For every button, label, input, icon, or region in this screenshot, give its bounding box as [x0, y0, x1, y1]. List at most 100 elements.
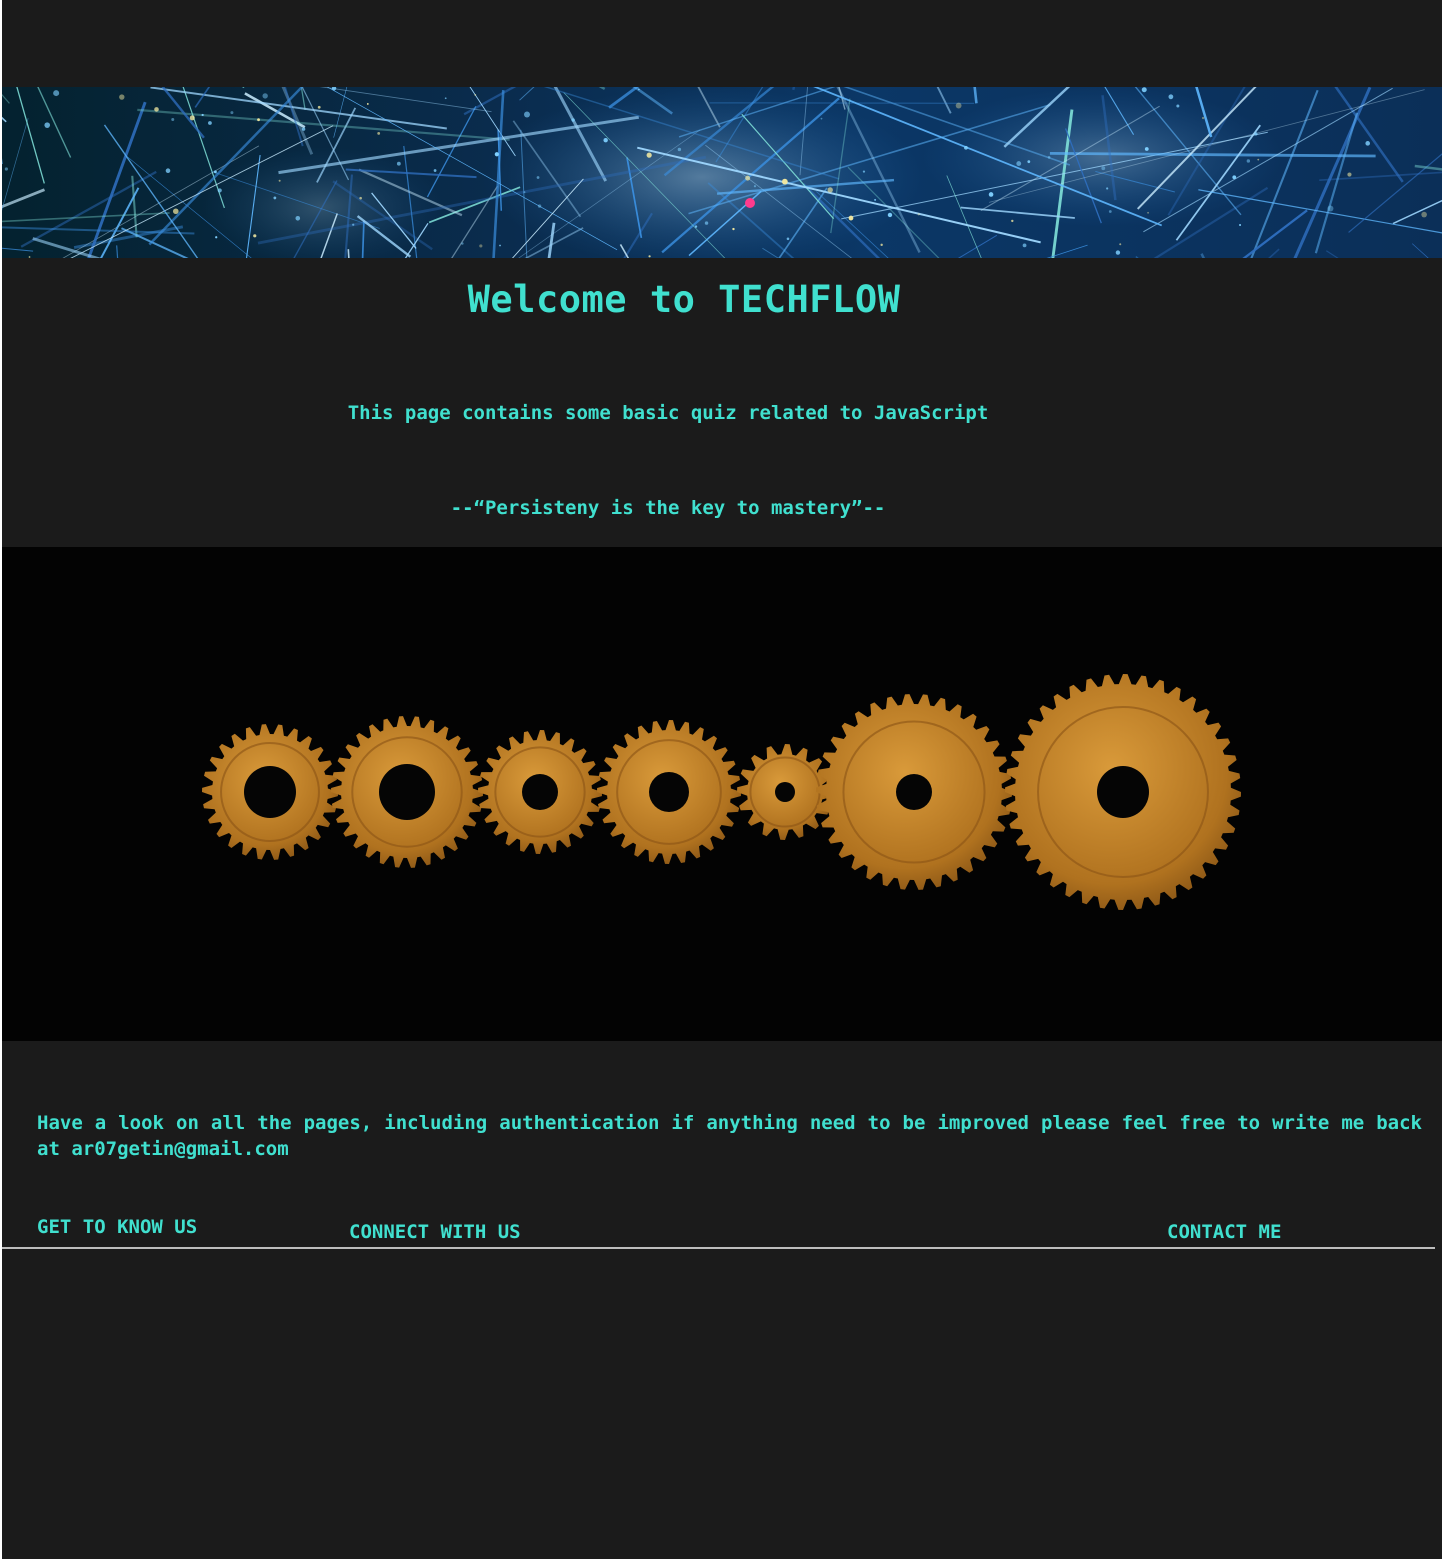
city-light-dot [4, 167, 8, 171]
city-light-dot [753, 185, 757, 188]
city-light-dot [523, 191, 526, 194]
city-light-dot [257, 118, 260, 122]
page: Welcome to TECHFLOW This page contains s… [2, 0, 1442, 1559]
city-light-dot [1147, 211, 1149, 214]
city-light-dot [1144, 147, 1149, 151]
city-light-dot [1254, 132, 1258, 136]
city-light-dot [646, 152, 652, 158]
city-light-dot [537, 204, 542, 208]
city-light-dot [1327, 205, 1334, 212]
city-light-dot [874, 198, 877, 201]
city-light-dot [1246, 159, 1251, 163]
city-light-dot [1168, 94, 1174, 100]
gear-hole [649, 772, 689, 812]
city-light-dot [638, 88, 640, 91]
city-light-dot [1257, 158, 1260, 161]
city-light-dot [215, 236, 218, 239]
gear-hole [775, 782, 795, 802]
city-light-dot [317, 105, 321, 109]
contact-notice: Have a look on all the pages, including … [37, 1112, 1422, 1160]
city-light-dot [880, 243, 883, 247]
city-light-dot [988, 192, 994, 197]
city-light-dot [1011, 219, 1014, 223]
city-light-dot [917, 213, 920, 216]
city-light-dot [820, 117, 823, 120]
gears-image [2, 547, 1442, 1041]
city-light-dot [1101, 166, 1106, 171]
gear-hole [244, 766, 296, 818]
city-light-dot [964, 145, 968, 150]
city-light-dot [827, 187, 833, 193]
city-light-dot [1239, 223, 1242, 226]
city-light-dot [208, 121, 212, 125]
city-light-dot [848, 215, 854, 221]
city-light-dot [444, 97, 447, 100]
city-light-dot [366, 103, 369, 105]
city-light-dot [171, 117, 175, 121]
city-light-dot [1176, 104, 1180, 108]
city-light-dot [494, 152, 499, 157]
city-light-dot [523, 111, 530, 118]
city-light-dot [217, 188, 222, 193]
city-light-dot [781, 178, 788, 185]
city-light-dot [377, 131, 381, 135]
city-light-dot [1047, 156, 1051, 159]
city-light-dot [154, 107, 159, 112]
city-light-dot [172, 208, 179, 215]
city-light-dot [732, 227, 735, 231]
city-light-dot [359, 196, 362, 200]
city-light-dot [165, 168, 171, 174]
city-light-dot [213, 170, 217, 174]
city-light-dot [1347, 172, 1352, 177]
city-light-dot [1232, 175, 1237, 180]
city-light-dot [955, 102, 962, 109]
city-light-dot [479, 244, 483, 248]
city-light-dot [396, 161, 401, 166]
network-lines-graphic [2, 87, 1442, 258]
city-light-dot [1421, 211, 1427, 218]
network-banner-image [2, 87, 1442, 258]
city-light-dot [887, 212, 893, 218]
city-light-dot [862, 170, 866, 173]
city-light-dot [1365, 141, 1371, 146]
city-light-dot [352, 223, 355, 226]
gear-hole [522, 774, 558, 810]
city-light-dot [1141, 87, 1147, 93]
footer-link-get-to-know-us[interactable]: GET TO KNOW US [37, 1216, 197, 1238]
city-light-dot [230, 111, 234, 115]
city-light-dot [704, 221, 709, 225]
city-light-dot [119, 94, 125, 100]
footer-link-connect-with-us[interactable]: CONNECT WITH US [349, 1221, 521, 1243]
city-light-dot [474, 93, 477, 96]
city-light-dot [461, 242, 464, 245]
city-light-dot [53, 90, 60, 97]
city-light-dot [201, 113, 204, 117]
city-light-dot [189, 115, 195, 121]
city-light-dot [253, 234, 257, 238]
city-light-dot [786, 237, 790, 241]
city-light-dot [278, 179, 281, 182]
city-light-dot [1106, 187, 1109, 190]
city-light-dot [1108, 210, 1112, 213]
gear-hole [1097, 766, 1149, 818]
city-light-dot [44, 122, 51, 128]
city-light-dot [28, 256, 31, 258]
city-light-dot [648, 255, 651, 258]
city-light-dot [273, 196, 277, 200]
gear-hole [896, 774, 932, 810]
footer-link-contact-me[interactable]: CONTACT ME [1167, 1221, 1281, 1243]
city-light-dot [603, 137, 608, 143]
city-light-dot [677, 147, 682, 152]
city-light-dot [1027, 160, 1031, 164]
city-light-dot [295, 215, 301, 221]
city-light-dot [499, 244, 501, 247]
motto-quote: --“Persisteny is the key to mastery”-- [450, 497, 886, 519]
city-light-dot [262, 93, 268, 99]
city-light-dot [694, 225, 698, 228]
city-light-dot [301, 127, 306, 131]
city-light-dot [571, 118, 575, 122]
city-light-dot [1119, 243, 1122, 246]
gears-graphic [2, 547, 1442, 1041]
footer-divider [2, 1247, 1435, 1249]
page-subtitle: This page contains some basic quiz relat… [347, 402, 989, 424]
